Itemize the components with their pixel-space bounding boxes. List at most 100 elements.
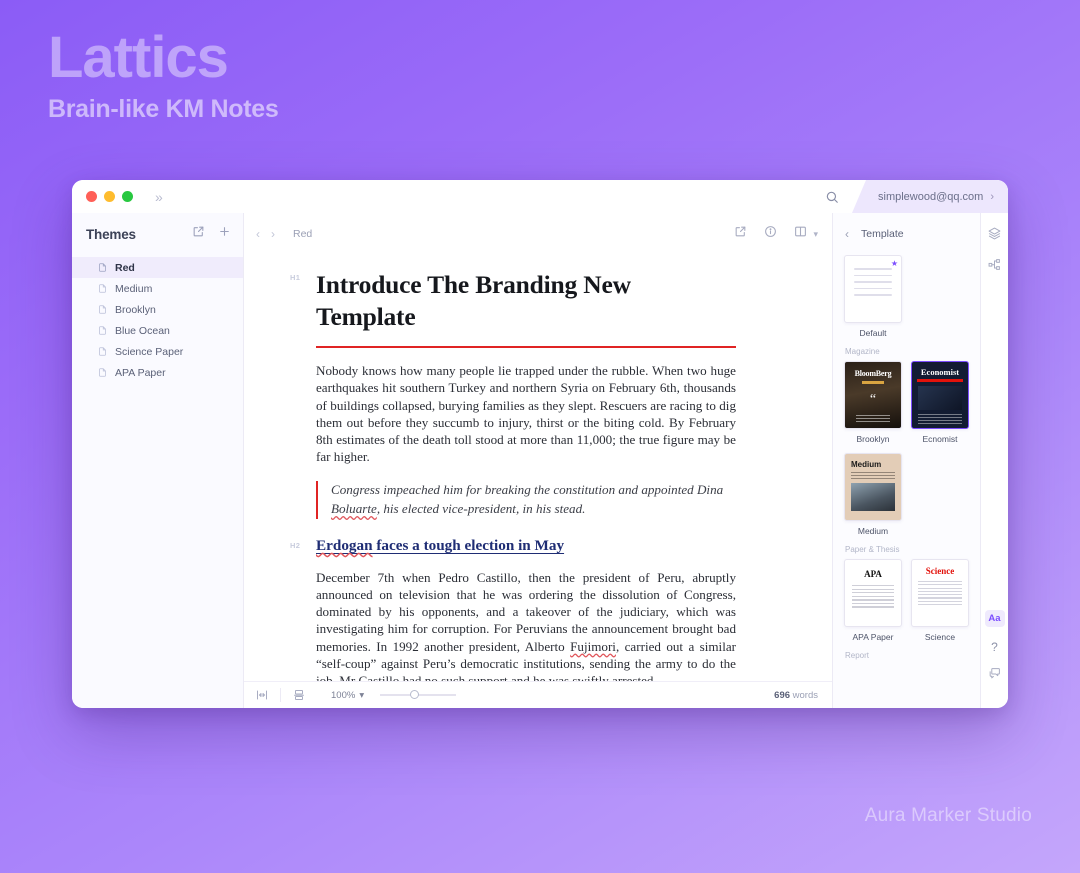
misspelled-word: Fujimori — [570, 638, 616, 654]
misspelled-word: Erdogan — [316, 537, 373, 555]
right-icon-rail: Aa ? — [980, 213, 1008, 708]
chevron-right-icon: › — [990, 190, 994, 203]
section-heading[interactable]: Erdogan faces a tough election in May — [316, 537, 736, 555]
sidebar-item-label: APA Paper — [115, 366, 166, 379]
sidebar-header: Themes — [72, 213, 243, 255]
sidebar-item-label: Brooklyn — [115, 303, 156, 316]
chevron-down-icon[interactable]: ▾ — [813, 229, 818, 240]
word-count-label: words — [792, 689, 818, 701]
sidebar-title: Themes — [86, 226, 136, 242]
thumb-image — [918, 385, 962, 410]
thumb-accent-bar — [862, 381, 884, 384]
watermark: Aura Marker Studio — [864, 805, 1032, 826]
chevron-double-right-icon[interactable]: » — [155, 190, 163, 204]
editor-scroll-area[interactable]: H1 Introduce The Branding New Template N… — [244, 255, 832, 681]
external-link-icon[interactable] — [192, 225, 205, 243]
template-thumbnail: Medium — [844, 453, 902, 521]
minimize-button[interactable] — [104, 191, 115, 202]
paragraph-2[interactable]: December 7th when Pedro Castillo, then t… — [316, 569, 736, 681]
search-icon[interactable] — [812, 190, 852, 204]
share-nodes-icon[interactable] — [988, 258, 1001, 271]
maximize-button[interactable] — [122, 191, 133, 202]
template-card-apa-paper[interactable]: APA APA Paper — [844, 559, 902, 642]
template-card-label: Medium — [857, 526, 889, 536]
sidebar-item-brooklyn[interactable]: Brooklyn — [72, 299, 243, 320]
sidebar-item-apa-paper[interactable]: APA Paper — [72, 362, 243, 383]
sidebar-header-actions — [192, 225, 231, 243]
template-group-label-report: Report — [845, 651, 870, 660]
sidebar-item-blue-ocean[interactable]: Blue Ocean — [72, 320, 243, 341]
plus-icon[interactable] — [218, 225, 231, 243]
zoom-value: 100% — [331, 689, 356, 701]
layers-icon[interactable] — [988, 227, 1001, 240]
thumb-image — [851, 482, 895, 511]
zoom-slider[interactable] — [380, 689, 457, 701]
account-email: simplewood@qq.com — [878, 190, 984, 203]
thumb-brand-text: Medium — [851, 460, 882, 469]
template-card-label: Ecnomist — [922, 434, 958, 444]
template-card-default[interactable]: ★ Default — [844, 255, 902, 338]
comment-icon[interactable] — [988, 667, 1001, 680]
thumb-lines — [851, 472, 895, 479]
blockquote[interactable]: Congress impeached him for breaking the … — [316, 481, 736, 520]
promo-block: Lattics Brain-like KM Notes — [48, 27, 279, 124]
external-link-icon[interactable] — [734, 225, 747, 243]
template-group-magazine: BloomBerg “ Brooklyn Economist Ecnomist … — [844, 361, 969, 536]
template-group-label-paper-thesis: Paper & Thesis — [845, 545, 900, 554]
thumb-brand-text: Science — [925, 566, 955, 576]
template-thumbnail: Economist — [911, 361, 969, 429]
blockquote-text-part2: , his elected vice-president, in his ste… — [376, 501, 586, 517]
paragraph-1[interactable]: Nobody knows how many people lie trapped… — [316, 362, 736, 465]
thumb-lines — [918, 581, 962, 606]
sidebar-list: Red Medium Brooklyn Blue Ocean Science P… — [72, 255, 243, 383]
typography-aa-button[interactable]: Aa — [984, 610, 1005, 627]
template-group-label-magazine: Magazine — [845, 347, 880, 356]
template-thumbnail: APA — [844, 559, 902, 627]
star-icon: ★ — [890, 259, 898, 268]
sidebar-item-medium[interactable]: Medium — [72, 278, 243, 299]
document-icon — [98, 304, 107, 315]
account-chip[interactable]: simplewood@qq.com › — [852, 180, 1008, 213]
info-circle-icon[interactable] — [764, 225, 777, 243]
word-count: 696 words — [774, 690, 818, 701]
template-thumbnail: ★ — [844, 255, 902, 323]
document-icon — [98, 346, 107, 357]
sidebar-item-label: Red — [115, 261, 135, 274]
sidebar-item-label: Science Paper — [115, 345, 184, 358]
status-bar: 100% ▾ 696 words — [244, 681, 832, 708]
sidebar-item-science-paper[interactable]: Science Paper — [72, 341, 243, 362]
template-panel: ‹ Template ★ Default Magazine BloomBerg … — [832, 213, 980, 708]
page-title[interactable]: Introduce The Branding New Template — [316, 269, 646, 332]
template-card-medium[interactable]: Medium Medium — [844, 453, 902, 536]
blockquote-text: Congress impeached him for breaking the … — [331, 481, 736, 519]
zoom-control[interactable]: 100% ▾ — [317, 690, 364, 701]
chevron-right-icon[interactable]: › — [271, 227, 275, 241]
close-button[interactable] — [86, 191, 97, 202]
template-card-brooklyn[interactable]: BloomBerg “ Brooklyn — [844, 361, 902, 444]
template-card-label: Science — [924, 632, 956, 642]
misspelled-word: Boluarte — [331, 501, 377, 517]
template-card-science[interactable]: Science Science — [911, 559, 969, 642]
typewriter-mode-icon[interactable] — [281, 682, 317, 708]
editor-nav: ‹ › — [256, 227, 275, 241]
editor-column: ‹ › Red ▾ H1 Introduce The Branding New … — [244, 213, 832, 708]
chevron-left-icon[interactable]: ‹ — [256, 227, 260, 241]
section-heading-rest: faces a tough election in May — [372, 537, 565, 555]
chevron-down-icon: ▾ — [359, 689, 365, 701]
template-panel-header: ‹ Template — [833, 213, 980, 255]
thumb-brand-text: APA — [864, 569, 882, 579]
focus-mode-icon[interactable] — [244, 682, 280, 708]
split-view-icon[interactable] — [794, 225, 807, 243]
help-icon[interactable]: ? — [991, 640, 998, 654]
window-body: Themes Red Medium Brooklyn Blue Ocean Sc… — [72, 213, 1008, 708]
document-icon — [98, 325, 107, 336]
zoom-slider-knob[interactable] — [410, 690, 420, 699]
template-thumbnail: BloomBerg “ — [844, 361, 902, 429]
sidebar-item-red[interactable]: Red — [72, 257, 243, 278]
editor-toolbar: ‹ › Red ▾ — [244, 213, 832, 255]
app-window: » simplewood@qq.com › Themes Red Medium … — [72, 180, 1008, 708]
template-card-ecnomist[interactable]: Economist Ecnomist — [911, 361, 969, 444]
template-group-default: ★ Default — [844, 255, 969, 338]
chevron-left-icon[interactable]: ‹ — [845, 227, 849, 241]
template-thumbnail: Science — [911, 559, 969, 627]
